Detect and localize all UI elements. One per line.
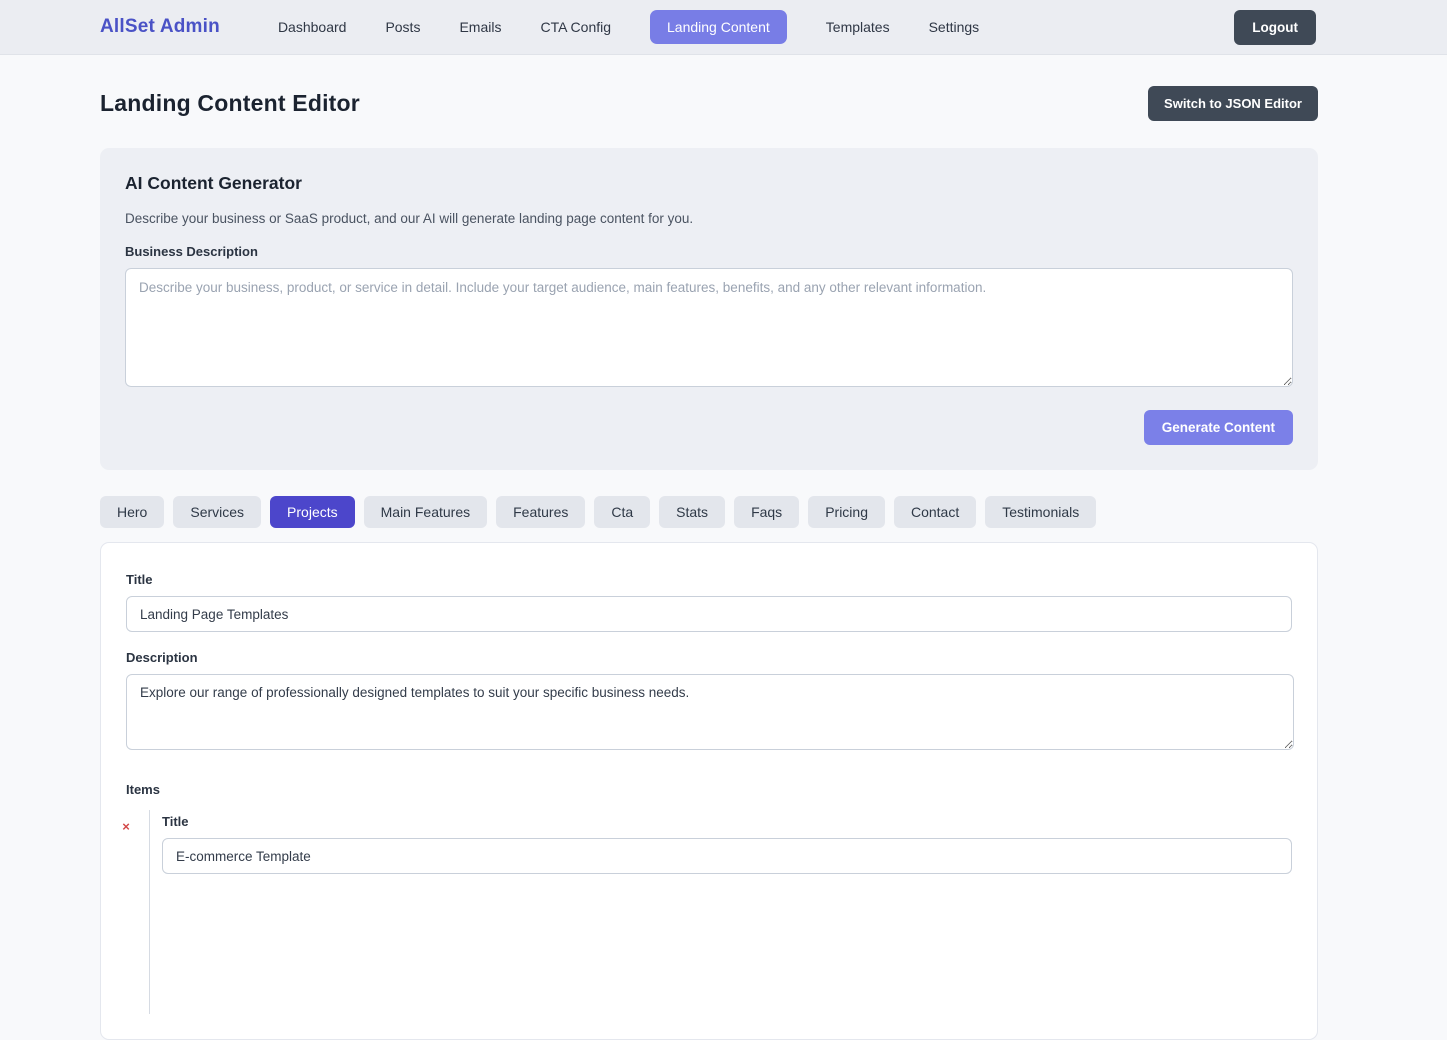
item-fields-group: Title (149, 810, 1292, 1014)
navbar: AllSet Admin Dashboard Posts Emails CTA Con… (0, 0, 1447, 55)
nav-item-templates[interactable]: Templates (826, 19, 890, 35)
tab-hero[interactable]: Hero (100, 496, 164, 528)
nav-item-emails[interactable]: Emails (459, 19, 501, 35)
tab-pricing[interactable]: Pricing (808, 496, 885, 528)
tab-main-features[interactable]: Main Features (364, 496, 487, 528)
generator-subtitle: Describe your business or SaaS product, … (125, 211, 1293, 226)
generate-button-row: Generate Content (125, 410, 1293, 445)
section-tabs: Hero Services Projects Main Features Feature… (100, 496, 1318, 528)
nav-item-landing-content[interactable]: Landing Content (650, 10, 787, 44)
nav-item-posts[interactable]: Posts (385, 19, 420, 35)
section-editor-card: Title Description Explore our range of p… (100, 542, 1318, 1040)
brand-logo[interactable]: AllSet Admin (100, 16, 220, 38)
generator-title: AI Content Generator (125, 173, 1293, 194)
business-description-textarea[interactable] (125, 268, 1293, 387)
tab-services[interactable]: Services (173, 496, 261, 528)
tab-faqs[interactable]: Faqs (734, 496, 799, 528)
generate-content-button[interactable]: Generate Content (1144, 410, 1293, 445)
business-description-label: Business Description (125, 244, 1293, 259)
page-title: Landing Content Editor (100, 90, 360, 117)
tab-stats[interactable]: Stats (659, 496, 725, 528)
title-input[interactable] (126, 596, 1292, 632)
tab-features[interactable]: Features (496, 496, 585, 528)
items-list: ×Title (126, 810, 1292, 1014)
tab-contact[interactable]: Contact (894, 496, 976, 528)
nav-item-cta-config[interactable]: CTA Config (540, 19, 611, 35)
nav-links: Dashboard Posts Emails CTA Config Landing Co… (278, 10, 979, 44)
tab-cta[interactable]: Cta (594, 496, 650, 528)
switch-to-json-editor-button[interactable]: Switch to JSON Editor (1148, 86, 1318, 121)
tab-testimonials[interactable]: Testimonials (985, 496, 1096, 528)
main-content: Landing Content Editor Switch to JSON Ed… (100, 55, 1318, 1040)
ai-content-generator-card: AI Content Generator Describe your busin… (100, 148, 1318, 470)
description-label: Description (126, 650, 1292, 665)
nav-item-settings[interactable]: Settings (929, 19, 980, 35)
item-row: × Title (114, 810, 1292, 1014)
logout-button[interactable]: Logout (1234, 10, 1316, 45)
nav-item-dashboard[interactable]: Dashboard (278, 19, 347, 35)
page-header: Landing Content Editor Switch to JSON Ed… (100, 86, 1318, 121)
items-label: Items (126, 782, 1292, 797)
item-title-input[interactable] (162, 838, 1292, 874)
tab-projects[interactable]: Projects (270, 496, 355, 528)
remove-item-button[interactable]: × (114, 814, 138, 838)
description-textarea[interactable]: Explore our range of professionally desi… (126, 674, 1294, 750)
item-title-label: Title (162, 814, 1292, 829)
title-label: Title (126, 572, 1292, 587)
